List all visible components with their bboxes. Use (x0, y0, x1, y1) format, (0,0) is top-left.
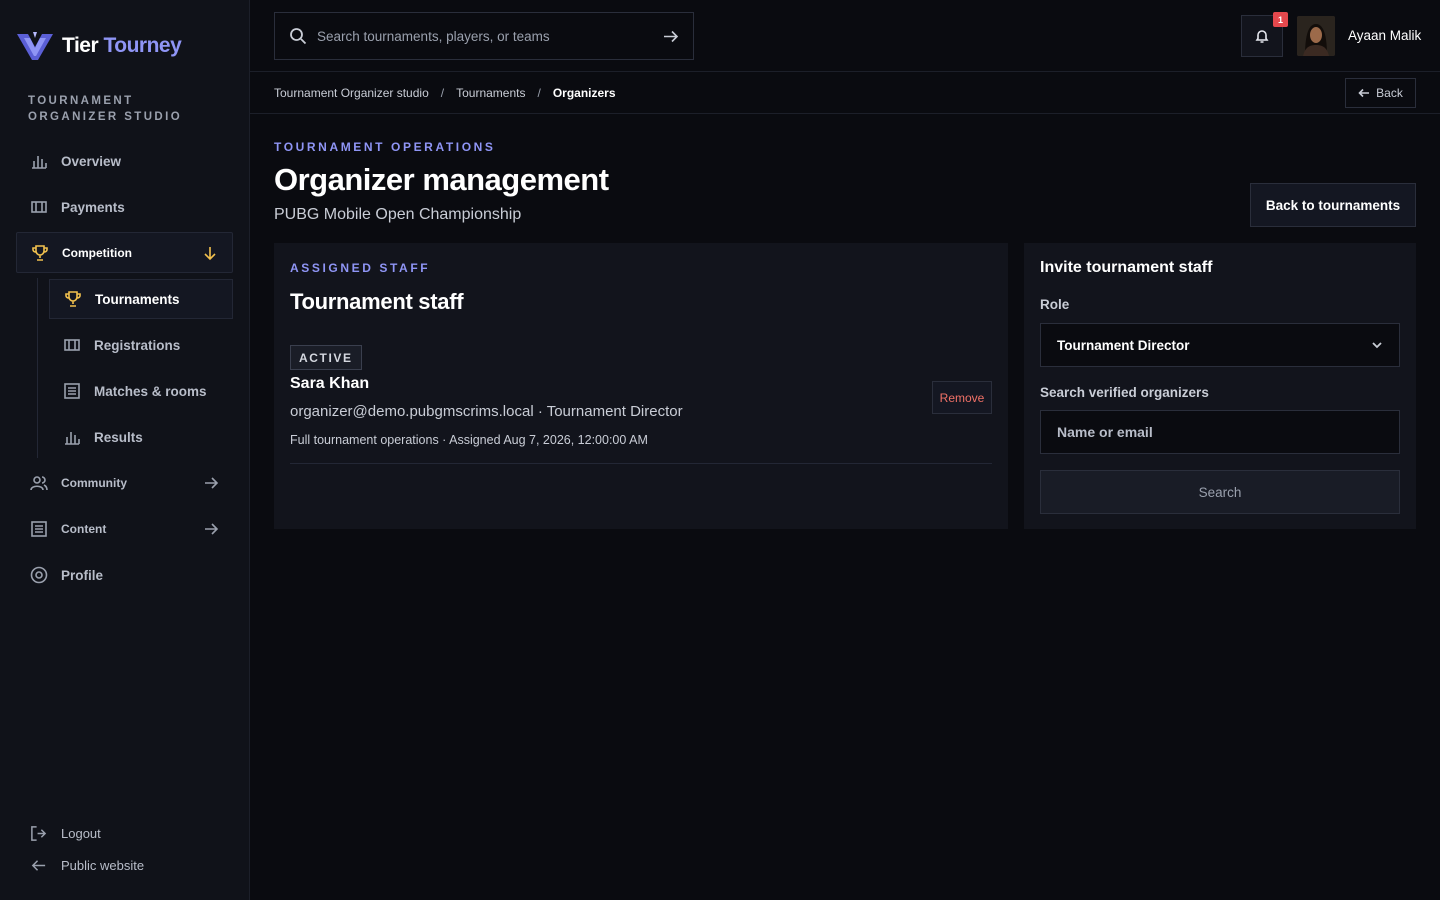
role-select[interactable]: Tournament Director (1040, 323, 1400, 367)
global-search[interactable] (274, 12, 694, 60)
sidebar-item-label: Overview (61, 153, 122, 169)
chevron-down-icon (1371, 339, 1383, 351)
sidebar-subitem-matches-rooms[interactable]: Matches & rooms (49, 371, 233, 411)
logout-link[interactable]: Logout (30, 825, 101, 842)
remove-staff-button[interactable]: Remove (932, 381, 992, 414)
staff-member-email-role: organizer@demo.pubgmscrims.local · Tourn… (290, 403, 683, 420)
organizer-search-input[interactable] (1040, 410, 1400, 454)
back-label: Back (1376, 86, 1403, 100)
trophy-icon (64, 290, 82, 308)
staff-member-meta: Full tournament operations · Assigned Au… (290, 433, 648, 447)
ticket-icon (63, 336, 81, 354)
sidebar-subitem-label: Registrations (94, 337, 181, 353)
ticket-icon (30, 198, 48, 216)
sidebar-item-label: Payments (61, 199, 125, 215)
staff-eyebrow: ASSIGNED STAFF (290, 261, 431, 275)
status-badge: ACTIVE (290, 345, 362, 370)
sidebar-subitem-results[interactable]: Results (49, 417, 233, 457)
arrow-down-icon (202, 245, 218, 261)
users-icon (30, 474, 48, 492)
bell-icon (1255, 30, 1269, 43)
invite-title: Invite tournament staff (1040, 259, 1213, 276)
role-select-value: Tournament Director (1057, 337, 1190, 353)
sidebar-subitem-label: Matches & rooms (94, 383, 207, 399)
breadcrumb-current: Organizers (552, 86, 616, 100)
sidebar-item-overview[interactable]: Overview (16, 141, 233, 181)
tier-tourney-logo-icon (17, 32, 53, 60)
sidebar-item-label: Profile (61, 567, 104, 583)
sidebar-item-community[interactable]: Community (16, 463, 233, 503)
top-bar: 1 Ayaan Malik (250, 0, 1440, 72)
divider (290, 463, 992, 464)
list-icon (63, 382, 81, 400)
brand-name: Tier Tourney (62, 34, 182, 57)
sidebar-subitem-registrations[interactable]: Registrations (49, 325, 233, 365)
notification-count-badge: 1 (1273, 12, 1288, 27)
notifications-button[interactable]: 1 (1241, 12, 1288, 57)
user-name[interactable]: Ayaan Malik (1348, 28, 1421, 43)
arrow-left-icon (1358, 88, 1370, 98)
avatar[interactable] (1297, 16, 1335, 56)
sidebar-item-payments[interactable]: Payments (16, 187, 233, 227)
sidebar: Tier Tourney TOURNAMENT ORGANIZER STUDIO… (0, 0, 250, 900)
settings-circle-icon (30, 566, 48, 584)
public-website-label: Public website (61, 858, 145, 873)
bar-chart-icon (30, 152, 48, 170)
breadcrumb-separator: / (537, 86, 541, 100)
sidebar-subitem-label: Results (94, 429, 143, 445)
sidebar-item-profile[interactable]: Profile (16, 555, 233, 595)
sidebar-item-label: Community (61, 476, 127, 490)
breadcrumb-bar: Tournament Organizer studio / Tournament… (250, 72, 1440, 114)
search-icon (289, 27, 307, 45)
search-organizers-button[interactable]: Search (1040, 470, 1400, 514)
sidebar-section-label: TOURNAMENT ORGANIZER STUDIO (28, 95, 183, 123)
bar-chart-icon (63, 428, 81, 446)
arrow-left-icon (31, 860, 46, 871)
role-label: Role (1040, 297, 1070, 312)
sidebar-item-competition[interactable]: Competition (16, 232, 233, 273)
search-input[interactable] (317, 28, 662, 44)
sidebar-subitem-label: Tournaments (95, 291, 180, 307)
logout-icon (31, 826, 47, 841)
breadcrumb-tournaments[interactable]: Tournaments (456, 86, 525, 100)
user-avatar-image (1297, 16, 1335, 56)
staff-title: Tournament staff (290, 289, 464, 314)
breadcrumb: Tournament Organizer studio / Tournament… (274, 86, 616, 100)
sidebar-subitem-tournaments[interactable]: Tournaments (49, 279, 233, 319)
back-to-tournaments-button[interactable]: Back to tournaments (1250, 183, 1416, 227)
sidebar-item-label: Competition (62, 245, 132, 260)
invite-staff-panel: Invite tournament staff Role Tournament … (1024, 243, 1416, 529)
page-title: Organizer management (274, 162, 609, 197)
breadcrumb-studio[interactable]: Tournament Organizer studio (274, 86, 429, 100)
assigned-staff-panel: ASSIGNED STAFF Tournament staff ACTIVE S… (274, 243, 1008, 529)
brand-logo-link[interactable]: Tier Tourney (16, 30, 182, 62)
sidebar-item-content[interactable]: Content (16, 509, 233, 549)
breadcrumb-separator: / (440, 86, 445, 100)
back-button[interactable]: Back (1345, 78, 1416, 108)
staff-member-name: Sara Khan (290, 375, 370, 392)
page-eyebrow: TOURNAMENT OPERATIONS (274, 140, 496, 154)
logout-label: Logout (61, 826, 101, 841)
public-website-link[interactable]: Public website (30, 857, 144, 874)
sidebar-item-label: Content (61, 522, 107, 536)
document-icon (30, 520, 48, 538)
page-subtitle: PUBG Mobile Open Championship (274, 206, 522, 223)
submenu-guide-line (37, 278, 38, 458)
arrow-right-icon (203, 521, 219, 537)
search-organizers-label: Search verified organizers (1040, 385, 1209, 400)
trophy-icon (31, 244, 49, 262)
search-submit-arrow-icon[interactable] (662, 28, 679, 45)
arrow-right-icon (203, 475, 219, 491)
